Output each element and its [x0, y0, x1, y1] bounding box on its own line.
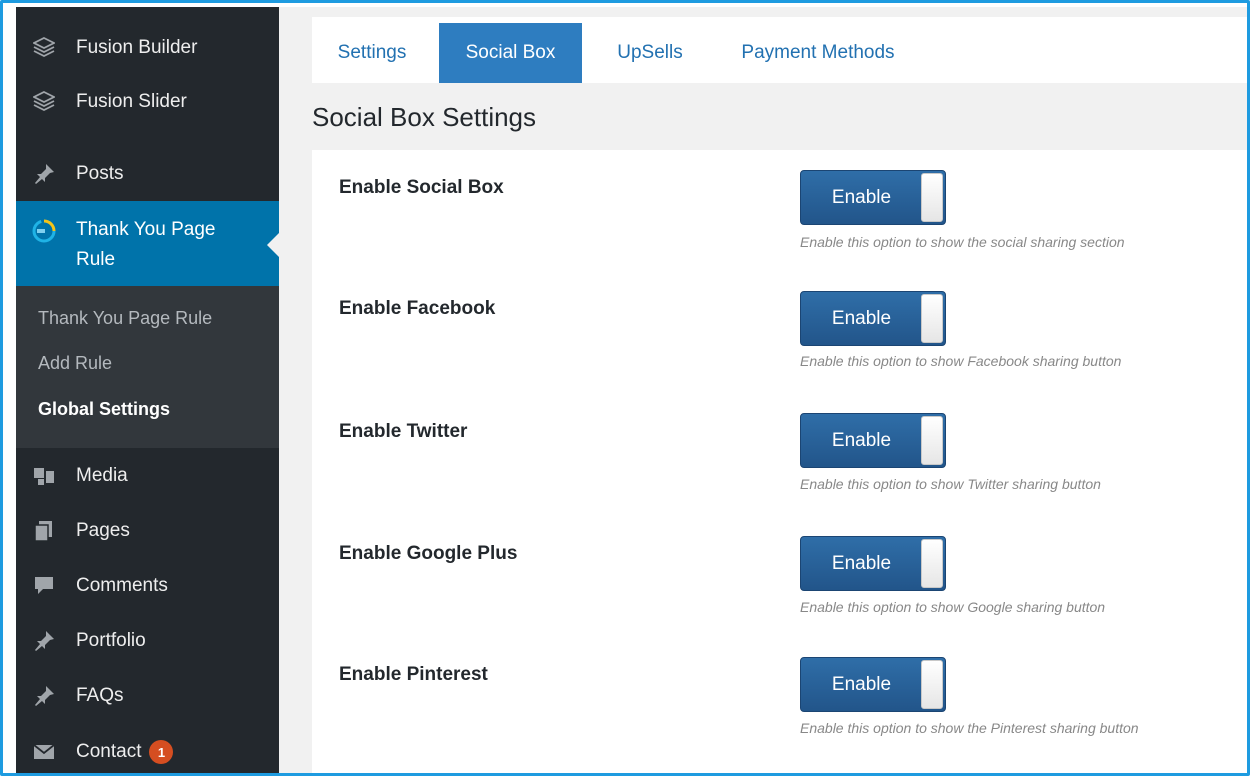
setting-label-twitter: Enable Twitter: [339, 421, 468, 442]
sidebar-item-fusion-builder[interactable]: Fusion Builder: [16, 21, 279, 75]
toggle-pinterest[interactable]: Enable: [800, 657, 946, 712]
setting-description: Enable this option to show the Pinterest…: [800, 720, 1139, 736]
setting-label-google-plus: Enable Google Plus: [339, 543, 518, 564]
sidebar-item-label: FAQs: [76, 685, 124, 706]
pin-icon: [32, 629, 56, 653]
sidebar-item-label: Media: [76, 465, 128, 486]
toggle-label: Enable: [831, 307, 892, 329]
sidebar-item-media[interactable]: Media: [16, 449, 279, 503]
mail-icon: [32, 740, 56, 764]
submenu-item-add-rule[interactable]: Add Rule: [38, 353, 112, 374]
active-label-line1: Thank You Page: [76, 219, 216, 240]
tab-settings[interactable]: Settings: [322, 23, 422, 83]
active-menu-arrow: [267, 233, 279, 257]
tab-social-box[interactable]: Social Box: [439, 23, 582, 83]
pin-icon: [32, 684, 56, 708]
setting-label-social-box: Enable Social Box: [339, 177, 504, 198]
sidebar-item-comments[interactable]: Comments: [16, 559, 279, 613]
tab-payment-methods[interactable]: Payment Methods: [722, 23, 914, 83]
sidebar-item-contact[interactable]: Contact 1: [16, 725, 279, 773]
notification-badge: 1: [149, 740, 174, 764]
sidebar-submenu: Thank You Page Rule Add Rule Global Sett…: [16, 286, 279, 448]
main-content: Settings Social Box UpSells Payment Meth…: [279, 7, 1247, 773]
sidebar-item-label: Portfolio: [76, 630, 146, 651]
sidebar-item-fusion-slider[interactable]: Fusion Slider: [16, 75, 279, 129]
toggle-twitter[interactable]: Enable: [800, 413, 946, 468]
pages-icon: [32, 519, 56, 543]
setting-description: Enable this option to show Twitter shari…: [800, 476, 1101, 492]
toggle-facebook[interactable]: Enable: [800, 291, 946, 346]
thankyou-icon: [32, 219, 56, 243]
section-title: Social Box Settings: [312, 102, 537, 132]
setting-description: Enable this option to show Facebook shar…: [800, 353, 1122, 369]
sidebar-item-label: Contact: [76, 741, 142, 762]
sidebar-item-label: Posts: [76, 163, 124, 184]
admin-sidebar: Fusion Builder Fusion Slider Posts Thank…: [16, 7, 279, 773]
comment-icon: [32, 574, 56, 598]
media-icon: [32, 464, 56, 488]
setting-description: Enable this option to show Google sharin…: [800, 599, 1106, 615]
sidebar-item-posts[interactable]: Posts: [16, 147, 279, 201]
fusion-slider-icon: [32, 90, 56, 114]
sidebar-item-thank-you-page-rule[interactable]: Thank You Page Rule: [16, 201, 279, 289]
sidebar-item-portfolio[interactable]: Portfolio: [16, 614, 279, 668]
sidebar-item-faqs[interactable]: FAQs: [16, 669, 279, 723]
toggle-label: Enable: [831, 673, 892, 695]
settings-panel: Enable Social Box Enable Enable this opt…: [312, 150, 1247, 773]
toggle-knob: [921, 416, 943, 465]
sidebar-item-label: Comments: [76, 575, 168, 596]
toggle-knob: [921, 539, 943, 588]
toggle-social-box[interactable]: Enable: [800, 170, 946, 225]
settings-tabs: Settings Social Box UpSells Payment Meth…: [312, 17, 1247, 83]
setting-label-facebook: Enable Facebook: [339, 298, 496, 319]
sidebar-item-pages[interactable]: Pages: [16, 504, 279, 558]
toggle-knob: [921, 294, 943, 343]
toggle-label: Enable: [831, 429, 892, 451]
toggle-label: Enable: [831, 552, 892, 574]
setting-description: Enable this option to show the social sh…: [800, 234, 1125, 250]
toggle-knob: [921, 173, 943, 222]
sidebar-item-label: Pages: [76, 520, 130, 541]
sidebar-item-label: Thank You Page Rule: [76, 215, 215, 275]
sidebar-item-label: Fusion Slider: [76, 91, 187, 112]
screenshot-frame: Fusion Builder Fusion Slider Posts Thank…: [0, 0, 1250, 776]
submenu-item-global-settings[interactable]: Global Settings: [38, 399, 170, 420]
sidebar-item-label: Fusion Builder: [76, 37, 198, 58]
submenu-item-thank-you-page-rule[interactable]: Thank You Page Rule: [38, 308, 212, 329]
pin-icon: [32, 162, 56, 186]
active-label-line2: Rule: [76, 249, 116, 270]
fusion-builder-icon: [32, 36, 56, 60]
tab-upsells[interactable]: UpSells: [595, 23, 705, 83]
toggle-knob: [921, 660, 943, 709]
setting-label-pinterest: Enable Pinterest: [339, 664, 488, 685]
toggle-label: Enable: [831, 186, 892, 208]
toggle-google-plus[interactable]: Enable: [800, 536, 946, 591]
